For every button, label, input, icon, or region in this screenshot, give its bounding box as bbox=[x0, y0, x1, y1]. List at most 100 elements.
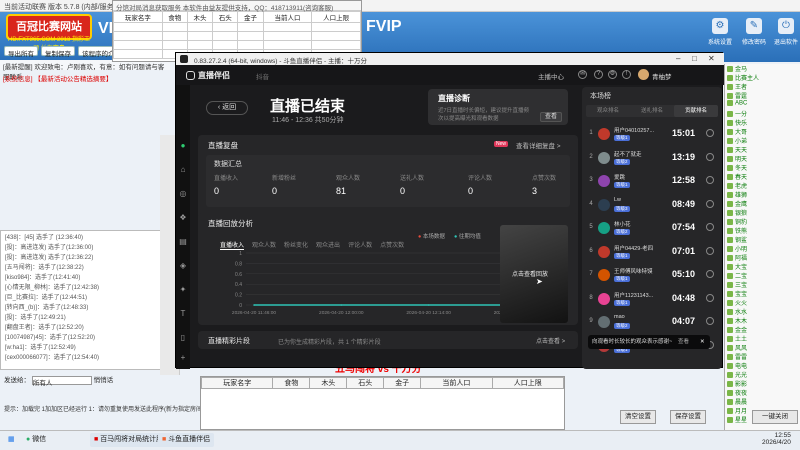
user-list-item[interactable]: 水水 bbox=[725, 307, 800, 316]
user-list-item[interactable]: 火火 bbox=[725, 298, 800, 307]
user-list-item[interactable]: 小明 bbox=[725, 244, 800, 253]
user-list-item[interactable]: 铜豹 bbox=[725, 217, 800, 226]
user-list-item[interactable]: 快乐 bbox=[725, 118, 800, 127]
user-list-item[interactable]: 冬天 bbox=[725, 163, 800, 172]
user-list-item[interactable]: 王者 bbox=[725, 82, 800, 91]
phone-icon[interactable]: ▯ bbox=[178, 333, 188, 343]
user-list-item[interactable]: 影影 bbox=[725, 379, 800, 388]
user-list-item[interactable]: 雷雷 bbox=[725, 352, 800, 361]
user-list-item[interactable]: 雄狮 bbox=[725, 190, 800, 199]
toast-view-link[interactable]: 查看 bbox=[678, 335, 689, 349]
text-icon[interactable]: T bbox=[178, 309, 188, 319]
user-list-item[interactable]: 小弟 bbox=[725, 136, 800, 145]
send-target-select[interactable]: 所有人 bbox=[31, 375, 92, 387]
ranking-row[interactable]: 4 Lw 等级3 08:49 bbox=[588, 194, 718, 216]
heart-icon[interactable] bbox=[706, 246, 714, 255]
ranking-row[interactable]: 8 用户11231143... 等级1 04:48 bbox=[588, 288, 718, 310]
user-name[interactable]: 青柚梦 bbox=[652, 71, 672, 81]
user-list-item[interactable]: 风风 bbox=[725, 343, 800, 352]
system-settings-button[interactable]: ⚙ 系统设置 bbox=[703, 16, 737, 56]
user-list-item[interactable]: 木木 bbox=[725, 316, 800, 325]
ranking-row[interactable]: 3 爱跳 等级1 12:58 bbox=[588, 170, 718, 192]
ranking-row[interactable]: 5 林小花 等级2 07:54 bbox=[588, 217, 718, 239]
user-list-item[interactable]: 二宝 bbox=[725, 271, 800, 280]
user-list-item[interactable]: 银狼 bbox=[725, 208, 800, 217]
user-list-item[interactable]: 大哥 bbox=[725, 127, 800, 136]
replay-thumbnail[interactable]: 点击查看回放 ➤ bbox=[500, 225, 568, 323]
user-list-item[interactable]: 夜夜 bbox=[725, 388, 800, 397]
tab-gift-rank[interactable]: 送礼排名 bbox=[630, 105, 674, 117]
heart-icon[interactable] bbox=[706, 152, 714, 161]
ranking-row[interactable]: 7 王师傅风味特馍 等级1 05:10 bbox=[588, 264, 718, 286]
user-list-item[interactable]: 雷霆 bbox=[725, 91, 800, 100]
data-icon[interactable]: ▤ bbox=[178, 237, 188, 247]
review-detail-link[interactable]: 查看详细复盘 > bbox=[516, 140, 561, 150]
user-list-item[interactable]: 金鹰 bbox=[725, 199, 800, 208]
exit-software-button[interactable]: ⏻ 退出软件 bbox=[769, 16, 800, 56]
nav-export-all[interactable]: 导出所有 bbox=[4, 46, 38, 58]
user-list-item[interactable]: 铁熊 bbox=[725, 226, 800, 235]
close-all-button[interactable]: 一键关闭 bbox=[752, 410, 798, 424]
heart-icon[interactable] bbox=[706, 293, 714, 302]
highlights-link[interactable]: 点击查看 > bbox=[536, 336, 565, 345]
ranking-row[interactable]: 9 mao 等级2 04:07 bbox=[588, 311, 718, 333]
close-icon[interactable]: ✕ bbox=[708, 54, 715, 63]
home-icon[interactable]: ⌂ bbox=[178, 165, 188, 175]
user-list-item[interactable]: 老虎 bbox=[725, 181, 800, 190]
message-icon[interactable]: ✉ bbox=[578, 70, 587, 79]
user-list-item[interactable]: 春天 bbox=[725, 172, 800, 181]
ranking-row[interactable]: 6 用户04429-老四 等级1 07:01 bbox=[588, 241, 718, 263]
tab-viewer-rank[interactable]: 观众排名 bbox=[586, 105, 630, 117]
nav-copy-save[interactable]: 复制保存 bbox=[41, 46, 75, 58]
taskbar-wechat[interactable]: ● 微信 bbox=[22, 433, 50, 447]
user-list-item[interactable]: 宝宝 bbox=[725, 289, 800, 298]
toast-close-icon[interactable]: ✕ bbox=[700, 335, 705, 349]
start-button[interactable]: ▦ bbox=[4, 433, 19, 447]
user-list-item[interactable]: 晨晨 bbox=[725, 397, 800, 406]
tools-icon[interactable]: ◎ bbox=[178, 189, 188, 199]
user-list-item[interactable]: 三宝 bbox=[725, 280, 800, 289]
save-settings-button[interactable]: 保存设置 bbox=[670, 410, 706, 424]
help-icon[interactable]: ? bbox=[594, 70, 603, 79]
avatar[interactable] bbox=[638, 69, 649, 80]
settings-icon[interactable]: ⚙ bbox=[608, 70, 617, 79]
minimize-icon[interactable]: – bbox=[676, 54, 680, 63]
maximize-icon[interactable]: □ bbox=[692, 54, 697, 63]
heart-icon[interactable] bbox=[706, 270, 714, 278]
diagnosis-view-button[interactable]: 查看 bbox=[540, 112, 562, 122]
user-list-item[interactable]: 明天 bbox=[725, 154, 800, 163]
gift-icon[interactable]: ❖ bbox=[178, 213, 188, 223]
star-icon[interactable]: ✦ bbox=[178, 285, 188, 295]
whisper-checkbox[interactable]: 悄悄话 bbox=[94, 377, 114, 384]
user-list-item[interactable]: 金金 bbox=[725, 325, 800, 334]
heart-icon[interactable] bbox=[706, 317, 714, 325]
user-list-item[interactable]: 比赛主人 bbox=[725, 73, 800, 82]
ranking-row[interactable]: 1 用户04010257... 等级1 15:01 bbox=[588, 123, 718, 145]
chat-icon[interactable]: ● bbox=[178, 141, 188, 151]
user-list-item[interactable]: 一分 bbox=[725, 109, 800, 118]
ranking-row[interactable]: 2 起不了就走 等级2 13:19 bbox=[588, 147, 718, 169]
taskbar-live-companion[interactable]: ■ 斗鱼直播伴侣 bbox=[158, 433, 215, 447]
user-list-item[interactable]: 金马 bbox=[725, 64, 800, 73]
heart-icon[interactable] bbox=[706, 176, 714, 184]
back-button[interactable]: ‹ 返回 bbox=[206, 101, 248, 115]
notification-icon[interactable]: ! bbox=[622, 70, 631, 79]
user-list-item[interactable]: 土土 bbox=[725, 334, 800, 343]
user-list-item[interactable]: 光光 bbox=[725, 370, 800, 379]
user-list-item[interactable]: 阿福 bbox=[725, 253, 800, 262]
online-user-list[interactable]: 金马 比赛主人 王者 雷霆 ABC 一分 快乐 大哥 小弟 天天 明天 冬天 春天 老虎 雄狮 金鹰 银狼 铜豹铁… bbox=[724, 64, 800, 430]
add-icon[interactable]: + bbox=[178, 353, 188, 363]
clear-settings-button[interactable]: 清空设置 bbox=[620, 410, 656, 424]
user-list-item[interactable]: 电电 bbox=[725, 361, 800, 370]
heart-icon[interactable] bbox=[706, 129, 714, 137]
user-list-item[interactable]: 天天 bbox=[725, 145, 800, 154]
user-list-item[interactable]: ABC bbox=[725, 100, 800, 109]
change-password-button[interactable]: ✎ 修改密码 bbox=[737, 16, 771, 56]
creator-center-link[interactable]: 主播中心 bbox=[538, 71, 564, 81]
user-list-item[interactable]: 大宝 bbox=[725, 262, 800, 271]
heart-icon[interactable] bbox=[706, 199, 714, 208]
shield-icon[interactable]: ◈ bbox=[178, 261, 188, 271]
user-list-item[interactable]: 钢鲨 bbox=[725, 235, 800, 244]
tab-contribution-rank[interactable]: 贡献排名 bbox=[674, 105, 718, 117]
heart-icon[interactable] bbox=[706, 223, 714, 231]
